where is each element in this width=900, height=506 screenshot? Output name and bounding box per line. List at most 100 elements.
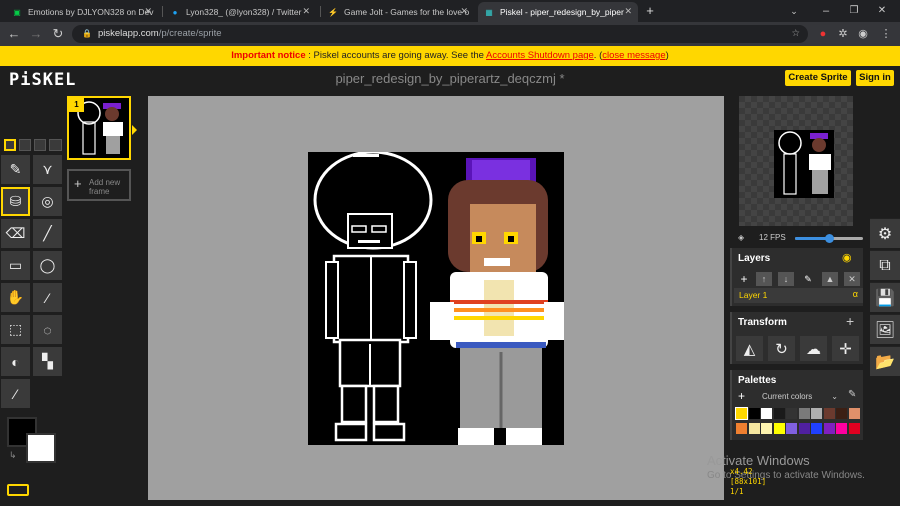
swap-colors-icon[interactable]: ↳ bbox=[9, 450, 17, 461]
palette-color-swatch[interactable] bbox=[798, 408, 810, 419]
fps-slider-knob[interactable] bbox=[825, 234, 834, 243]
palette-color-swatch[interactable] bbox=[836, 408, 847, 419]
palette-color-swatch[interactable] bbox=[823, 408, 835, 419]
keyboard-shortcuts-icon[interactable] bbox=[7, 484, 29, 496]
pen-size-1[interactable] bbox=[4, 139, 16, 151]
tab-twitter[interactable]: ● Lyon328_ (@lyon328) / Twitter ✕ bbox=[164, 2, 316, 22]
palette-color-swatch[interactable] bbox=[836, 423, 847, 434]
palette-color-swatch[interactable] bbox=[736, 423, 747, 434]
lighten-tool[interactable]: ◐ bbox=[1, 347, 30, 376]
zoom-readout: x4.42 bbox=[730, 467, 753, 476]
tab-deviantart[interactable]: ▣ Emotions by DJLYON328 on Dev ✕ bbox=[6, 2, 158, 22]
palette-color-swatch[interactable] bbox=[848, 408, 860, 419]
add-palette-button[interactable]: + bbox=[738, 389, 745, 403]
palette-color-swatch[interactable] bbox=[811, 408, 822, 419]
palette-color-swatch[interactable] bbox=[823, 423, 835, 434]
stroke-tool[interactable]: ╱ bbox=[33, 219, 62, 248]
close-icon[interactable]: ✕ bbox=[302, 6, 310, 17]
accounts-shutdown-link[interactable]: Accounts Shutdown page bbox=[486, 50, 594, 61]
add-frame-button[interactable]: + Add new frame bbox=[67, 169, 131, 201]
url-field[interactable]: 🔒 piskelapp.com/p/create/sprite ☆ bbox=[72, 25, 808, 43]
frame-thumbnail[interactable]: 1 bbox=[67, 96, 131, 160]
layer-alpha-label[interactable]: α bbox=[853, 289, 858, 299]
layer-row[interactable]: Layer 1 α bbox=[734, 288, 863, 303]
piskel-logo[interactable]: PiSKEL bbox=[9, 70, 76, 90]
close-message-link[interactable]: close message bbox=[602, 50, 665, 61]
add-layer-button[interactable]: + bbox=[736, 272, 752, 286]
eraser-tool[interactable]: ⌫ bbox=[1, 219, 30, 248]
move-layer-down-button[interactable]: ↓ bbox=[778, 272, 794, 286]
save-button[interactable]: 💾 bbox=[870, 282, 900, 312]
shape-selection-tool[interactable]: ⁄ bbox=[33, 283, 62, 312]
edit-layer-button[interactable]: ✎ bbox=[800, 272, 816, 286]
rectangle-selection-tool[interactable]: ⬚ bbox=[1, 315, 30, 344]
star-icon[interactable]: ☆ bbox=[791, 25, 800, 43]
mirror-pen-tool[interactable]: ⋎ bbox=[33, 155, 62, 184]
tab-search-icon[interactable]: ⌄ bbox=[786, 3, 802, 19]
palette-color-swatch[interactable] bbox=[786, 408, 797, 419]
fps-slider[interactable] bbox=[795, 234, 863, 243]
flip-button[interactable]: ◭ bbox=[736, 336, 763, 361]
import-button[interactable]: 📂 bbox=[870, 346, 900, 376]
palette-color-swatch[interactable] bbox=[761, 423, 772, 434]
palette-select[interactable]: Current colors ⌄ bbox=[754, 390, 842, 404]
export-button[interactable]: 🖼 bbox=[870, 314, 900, 344]
tab-gamejolt[interactable]: ⚡ Game Jolt - Games for the love o ✕ bbox=[322, 2, 474, 22]
onion-skin-icon[interactable]: ◈ bbox=[738, 230, 744, 246]
close-icon[interactable]: ✕ bbox=[144, 6, 152, 17]
rectangle-tool[interactable]: ▭ bbox=[1, 251, 30, 280]
edit-palette-icon[interactable]: ✎ bbox=[848, 389, 856, 400]
color-picker-tool[interactable]: ⁄ bbox=[1, 379, 30, 408]
tab-piskel[interactable]: ▦ Piskel - piper_redesign_by_piper ✕ bbox=[478, 2, 638, 22]
minimize-button[interactable]: – bbox=[818, 3, 834, 19]
move-layer-up-button[interactable]: ↑ bbox=[756, 272, 772, 286]
drawing-canvas-area[interactable] bbox=[148, 96, 724, 500]
merge-layer-button[interactable]: ▲ bbox=[822, 272, 838, 286]
eye-icon[interactable]: ◉ bbox=[842, 251, 852, 264]
palette-color-swatch[interactable] bbox=[748, 408, 760, 419]
palette-color-swatch[interactable] bbox=[761, 408, 772, 419]
forward-icon[interactable]: → bbox=[28, 26, 44, 42]
lasso-selection-tool[interactable]: ◌ bbox=[33, 315, 62, 344]
menu-icon[interactable]: ⋮ bbox=[878, 26, 894, 42]
clone-button[interactable]: ☁ bbox=[800, 336, 827, 361]
back-icon[interactable]: ← bbox=[6, 26, 22, 42]
palette-color-swatch[interactable] bbox=[848, 423, 860, 434]
palette-color-swatch[interactable] bbox=[798, 423, 810, 434]
paint-bucket-tool[interactable]: ⛁ bbox=[1, 187, 30, 216]
close-window-button[interactable]: ✕ bbox=[874, 3, 890, 19]
avatar[interactable]: ◉ bbox=[855, 26, 871, 42]
dithering-tool[interactable]: ▚ bbox=[33, 347, 62, 376]
animation-preview[interactable] bbox=[739, 96, 853, 226]
reload-icon[interactable]: ↻ bbox=[50, 26, 66, 42]
rotate-button[interactable]: ↻ bbox=[768, 336, 795, 361]
close-icon[interactable]: ✕ bbox=[624, 6, 632, 17]
palette-color-swatch[interactable] bbox=[786, 423, 797, 434]
paint-all-tool[interactable]: ◎ bbox=[33, 187, 62, 216]
create-sprite-button[interactable]: Create Sprite bbox=[785, 70, 851, 86]
expand-transform-icon[interactable]: + bbox=[846, 313, 854, 329]
circle-tool[interactable]: ◯ bbox=[33, 251, 62, 280]
palette-color-swatch[interactable] bbox=[773, 408, 785, 419]
delete-layer-button[interactable]: ✕ bbox=[844, 272, 860, 286]
extensions-icon[interactable]: ✲ bbox=[835, 26, 851, 42]
palette-color-swatch[interactable] bbox=[748, 423, 760, 434]
pen-size-3[interactable] bbox=[34, 139, 46, 151]
close-icon[interactable]: ✕ bbox=[460, 6, 468, 17]
resize-button[interactable]: ⧉ bbox=[870, 250, 900, 280]
sign-in-button[interactable]: Sign in bbox=[856, 70, 894, 86]
new-tab-button[interactable]: + bbox=[642, 3, 658, 19]
center-button[interactable]: ✛ bbox=[832, 336, 859, 361]
palette-color-swatch[interactable] bbox=[811, 423, 822, 434]
move-tool[interactable]: ✋ bbox=[1, 283, 30, 312]
restore-button[interactable]: ❐ bbox=[846, 3, 862, 19]
secondary-color-swatch[interactable] bbox=[26, 433, 56, 463]
palette-color-swatch[interactable] bbox=[773, 423, 785, 434]
opera-extension-icon[interactable]: ● bbox=[815, 26, 831, 42]
pen-size-2[interactable] bbox=[19, 139, 31, 151]
settings-button[interactable]: ⚙ bbox=[870, 218, 900, 248]
palette-color-swatch[interactable] bbox=[735, 407, 748, 420]
pen-size-4[interactable] bbox=[49, 139, 62, 151]
pen-tool[interactable]: ✎ bbox=[1, 155, 30, 184]
sprite-canvas[interactable] bbox=[308, 150, 566, 445]
